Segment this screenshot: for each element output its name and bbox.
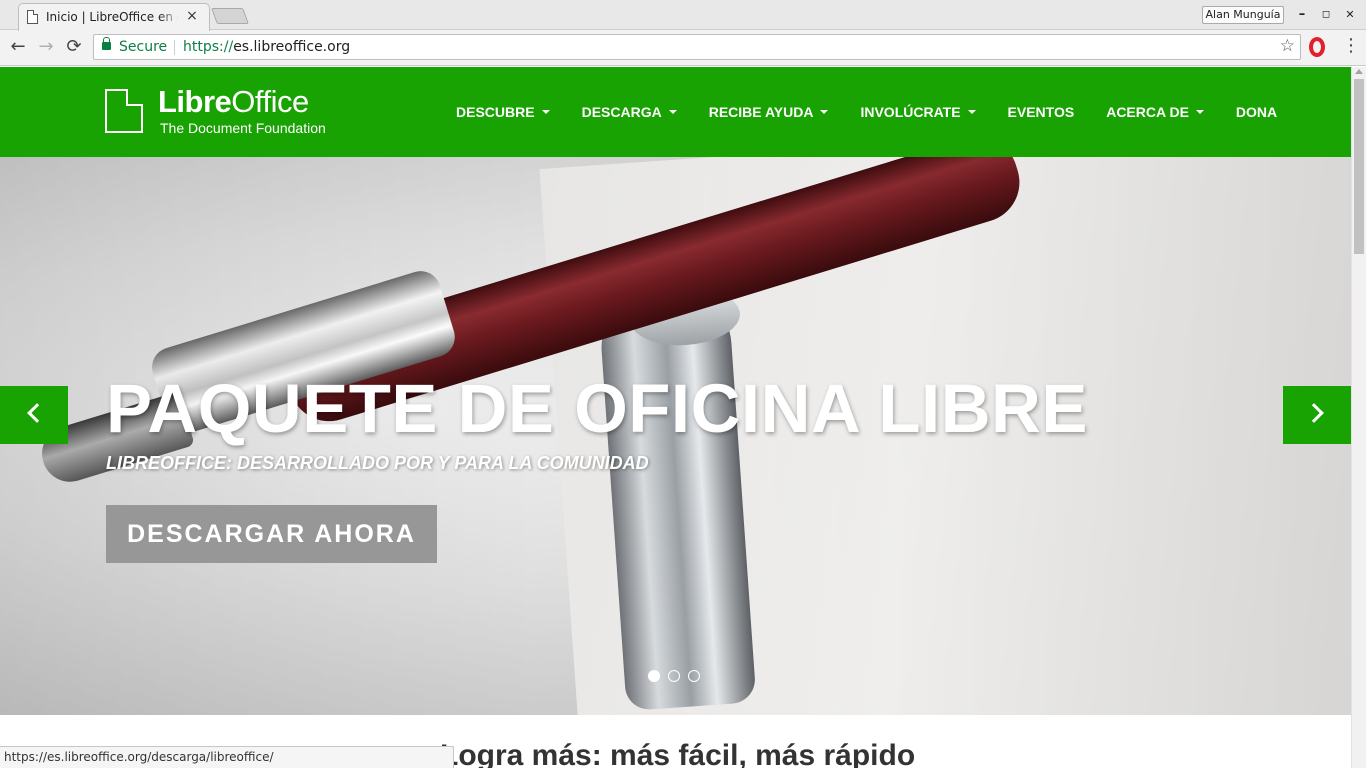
carousel-dot[interactable] [668,670,680,682]
carousel-dot[interactable] [648,670,660,682]
caret-down-icon [1195,110,1204,114]
lock-icon[interactable] [102,37,111,50]
url-separator [174,40,175,55]
nav-item-acerca-de[interactable]: ACERCA DE [1090,67,1220,157]
url-host: es.libreoffice.org [233,39,351,55]
close-tab-icon[interactable]: × [185,8,199,24]
tab-title-fade [159,8,181,26]
chevron-right-icon [1304,403,1324,423]
logo-tagline: The Document Foundation [160,120,326,136]
browser-tab[interactable]: Inicio | LibreOffice en español × [18,3,210,31]
main-navigation: DESCUBRE DESCARGA RECIBE AYUDA INVOLÚCRA… [440,67,1293,157]
browser-toolbar: ← → ⟳ Secure https://es.libreoffice.org … [0,31,1366,66]
scrollbar-thumb[interactable] [1354,79,1364,254]
carousel-indicators [648,670,700,682]
chevron-left-icon [27,403,47,423]
scroll-up-arrow-icon[interactable] [1355,69,1363,74]
carousel-prev-button[interactable] [0,386,68,444]
reload-icon[interactable]: ⟳ [62,35,86,59]
download-now-button[interactable]: DESCARGAR AHORA [106,505,437,563]
page-icon [27,10,38,24]
forward-arrow-icon[interactable]: → [34,35,58,59]
carousel-next-button[interactable] [1283,386,1351,444]
browser-chrome: Inicio | LibreOffice en español × Alan M… [0,0,1366,66]
address-bar[interactable]: Secure https://es.libreoffice.org ☆ [93,34,1301,60]
nav-item-involucrate[interactable]: INVOLÚCRATE [844,67,991,157]
carousel-dot[interactable] [688,670,700,682]
minimize-icon[interactable]: – [1292,5,1312,25]
page-viewport: LibreOffice The Document Foundation DESC… [0,67,1351,768]
back-arrow-icon[interactable]: ← [6,35,30,59]
link-status-bubble: https://es.libreoffice.org/descarga/libr… [0,746,454,768]
caret-down-icon [967,110,976,114]
opera-extension-icon[interactable] [1309,37,1325,57]
nav-item-eventos[interactable]: EVENTOS [992,67,1091,157]
hero-title: PAQUETE DE OFICINA LIBRE [106,370,1088,447]
security-label[interactable]: Secure [119,39,167,55]
nav-item-descarga[interactable]: DESCARGA [566,67,693,157]
site-logo[interactable]: LibreOffice The Document Foundation [105,84,345,137]
hero-subtitle: LIBREOFFICE: DESARROLLADO POR Y PARA LA … [106,453,649,473]
nav-item-dona[interactable]: DONA [1220,67,1293,157]
browser-menu-icon[interactable]: ⋮ [1342,35,1360,57]
site-header: LibreOffice The Document Foundation DESC… [0,67,1351,157]
maximize-icon[interactable]: ◻ [1316,5,1336,25]
caret-down-icon [820,110,829,114]
url-scheme: https:// [183,39,234,55]
caret-down-icon [668,110,677,114]
url-text[interactable]: https://es.libreoffice.org [183,39,350,55]
logo-name: LibreOffice [158,84,309,119]
bookmark-star-icon[interactable]: ☆ [1280,36,1295,56]
close-window-icon[interactable]: ✕ [1340,5,1360,25]
profile-button[interactable]: Alan Munguía [1202,6,1284,24]
hero-carousel: PAQUETE DE OFICINA LIBRE LIBREOFFICE: DE… [0,157,1351,715]
tab-strip: Inicio | LibreOffice en español × Alan M… [0,0,1366,31]
document-logo-icon [105,89,143,133]
caret-down-icon [541,110,550,114]
new-tab-button[interactable] [211,8,249,24]
page-scrollbar[interactable] [1351,67,1366,768]
nav-item-descubre[interactable]: DESCUBRE [440,67,566,157]
intro-heading: Logra más: más fácil, más rápido [440,739,916,768]
nav-item-recibe-ayuda[interactable]: RECIBE AYUDA [693,67,845,157]
